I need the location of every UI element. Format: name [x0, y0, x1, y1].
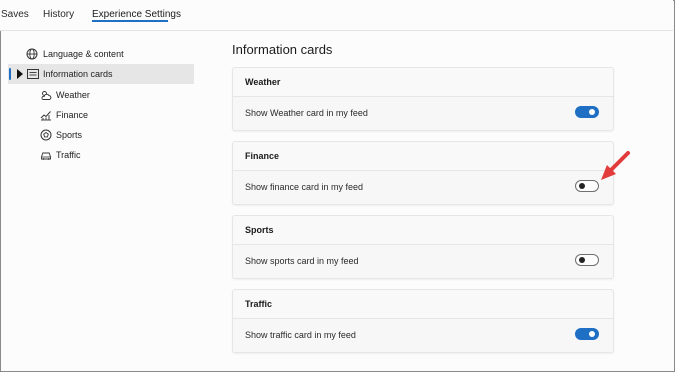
- weather-icon: [41, 91, 52, 100]
- sports-card-section: Sports Show sports card in my feed: [232, 215, 614, 279]
- sidebar-item-label: Language & content: [43, 49, 124, 59]
- sidebar-item-weather[interactable]: Weather: [8, 85, 194, 105]
- traffic-icon: [41, 152, 51, 160]
- traffic-card-toggle[interactable]: [575, 328, 599, 340]
- selection-indicator: [9, 68, 11, 80]
- card-title: Finance: [245, 151, 280, 161]
- globe-icon: [26, 48, 38, 60]
- sidebar-item-label: Finance: [56, 110, 89, 120]
- sidebar-item-label: Sports: [56, 130, 83, 140]
- traffic-card-section: Traffic Show traffic card in my feed: [232, 289, 614, 353]
- toggle-knob: [579, 257, 585, 263]
- card-header: Finance: [233, 142, 613, 171]
- tab-experience-settings[interactable]: Experience Settings: [92, 9, 181, 20]
- active-tab-indicator: [92, 20, 168, 22]
- annotation-arrow-icon: [601, 151, 630, 180]
- card-title: Traffic: [245, 299, 273, 309]
- page-title: Information cards: [232, 42, 333, 57]
- setting-label: Show finance card in my feed: [245, 182, 364, 192]
- toggle-knob: [579, 183, 585, 189]
- sidebar-item-finance[interactable]: Finance: [8, 105, 194, 125]
- sports-icon: [40, 129, 52, 141]
- card-title: Weather: [245, 77, 281, 87]
- expand-caret-icon[interactable]: [17, 69, 23, 79]
- setting-label: Show traffic card in my feed: [245, 330, 356, 340]
- sidebar-item-label: Information cards: [43, 69, 113, 79]
- tab-history[interactable]: History: [43, 9, 74, 20]
- toggle-knob: [589, 109, 595, 115]
- sidebar-item-information-cards[interactable]: Information cards: [8, 64, 194, 84]
- sports-card-toggle[interactable]: [575, 254, 599, 266]
- card-header: Traffic: [233, 290, 613, 319]
- sidebar-item-label: Traffic: [56, 150, 81, 160]
- sidebar-item-sports[interactable]: Sports: [8, 125, 194, 145]
- weather-card-toggle[interactable]: [575, 106, 599, 118]
- card-title: Sports: [245, 225, 274, 235]
- card-header: Weather: [233, 68, 613, 97]
- sidebar-item-traffic[interactable]: Traffic: [8, 145, 194, 165]
- sidebar-item-language-content[interactable]: Language & content: [8, 44, 194, 64]
- cards-icon: [27, 69, 39, 79]
- weather-card-section: Weather Show Weather card in my feed: [232, 67, 614, 131]
- finance-icon: [40, 111, 51, 121]
- finance-card-section: Finance Show finance card in my feed: [232, 141, 614, 205]
- card-header: Sports: [233, 216, 613, 245]
- setting-label: Show sports card in my feed: [245, 256, 359, 266]
- toggle-knob: [589, 331, 595, 337]
- top-tab-bar: Saves History Experience Settings: [0, 0, 673, 31]
- setting-label: Show Weather card in my feed: [245, 108, 368, 118]
- sidebar-item-label: Weather: [56, 90, 90, 100]
- tab-saves[interactable]: Saves: [1, 9, 29, 20]
